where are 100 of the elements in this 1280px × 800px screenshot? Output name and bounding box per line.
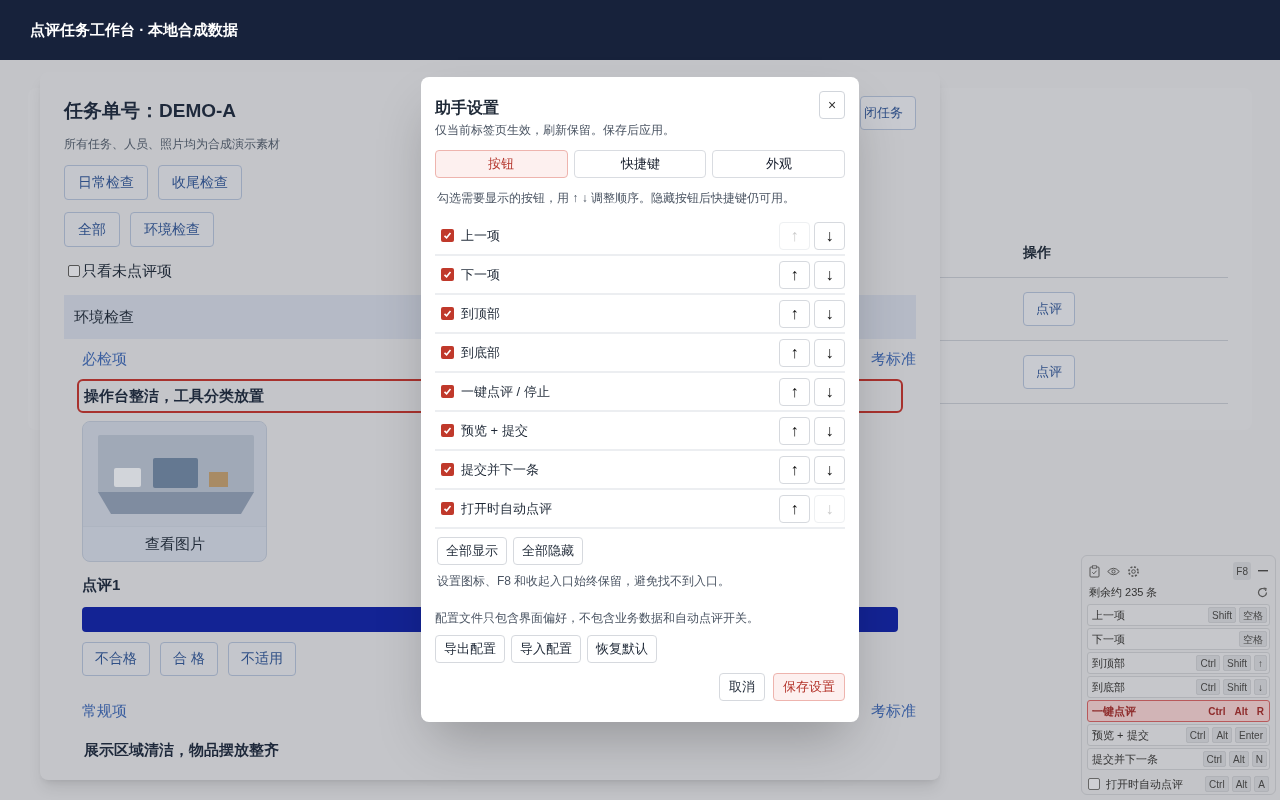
checkbox[interactable] [441,463,454,476]
helper-action-button[interactable]: 到底部 Ctrl Shift ↓ [1087,676,1270,698]
app-title: 点评任务工作台 · 本地合成数据 [30,19,239,40]
move-down-button[interactable]: ↓ [814,377,845,406]
move-down-button[interactable]: ↓ [814,416,845,445]
settings-tab[interactable]: 快捷键 [573,150,707,178]
key-badge: N [1251,751,1267,767]
dialog-title: 助手设置 [435,98,499,118]
helper-action-button[interactable]: 下一项 空格 [1087,628,1270,650]
key-badge: Ctrl [1202,751,1227,767]
checkmark-icon [443,270,452,279]
move-up-button[interactable]: ↑ [779,299,810,328]
move-down-button[interactable]: ↓ [814,260,845,289]
checkmark-icon [443,504,452,513]
settings-tab[interactable]: 外观 [712,150,845,178]
review-button[interactable]: 点评 [1023,292,1075,326]
move-down-button[interactable]: ↓ [814,221,845,250]
bulk-toggle-button[interactable]: 全部显示 [437,537,507,565]
checkmark-icon [443,231,452,240]
helper-action-button[interactable]: 提交并下一条 Ctrl Alt N [1087,748,1270,770]
bulk-toggle-button[interactable]: 全部隐藏 [513,537,583,565]
button-option-label: 预览 + 提交 [461,421,529,440]
refresh-icon[interactable] [1257,586,1268,598]
checkbox[interactable] [441,385,454,398]
move-up-button[interactable]: ↑ [779,416,810,445]
instructions-text: 勾选需要显示的按钮，用 ↑ ↓ 调整顺序。隐藏按钮后快捷键仍可用。 [436,190,796,207]
reference-link[interactable]: 考标准 [871,700,916,723]
checkbox-label: 只看未点评项 [82,260,172,281]
key-badge: Ctrl [1185,727,1210,743]
shortcut-key-text: R [1255,704,1265,719]
button-option-label: 上一项 [461,226,501,245]
verdict-button[interactable]: 合 格 [160,641,218,676]
checkmark-icon [443,309,452,318]
move-up-button[interactable]: ↑ [779,377,810,406]
checkmark-icon [443,465,452,474]
check-type-button[interactable]: 日常检查 [64,165,148,200]
key-badge: A [1254,776,1269,792]
auto-review-label: 打开时自动点评 [1106,776,1184,792]
settings-tab[interactable]: 按钮 [435,150,568,178]
category-filter-button[interactable]: 全部 [64,212,120,247]
eye-icon[interactable] [1107,566,1120,576]
checkbox[interactable] [68,265,80,277]
cancel-button[interactable]: 取消 [719,673,765,701]
move-up-button[interactable]: ↑ [779,455,810,484]
key-badge: Alt [1231,776,1252,792]
review-button[interactable]: 点评 [1023,355,1075,389]
move-down-button[interactable]: ↓ [814,455,845,484]
settings-icon[interactable] [1127,564,1140,578]
close-task-button[interactable]: 闭任务 [860,96,916,130]
verdict-button[interactable]: 不合格 [82,641,150,676]
checkbox[interactable] [441,268,454,281]
photo-card[interactable]: 查看图片 [82,421,267,562]
minimize-icon[interactable] [1258,570,1268,572]
checkmark-icon [443,426,452,435]
config-button[interactable]: 导出配置 [435,635,505,663]
category-filter-button[interactable]: 环境检查 [130,212,214,247]
key-badge: Alt [1229,751,1249,767]
reference-link[interactable]: 考标准 [871,347,916,371]
checkbox[interactable] [441,346,454,359]
key-badge: ↑ [1254,655,1267,671]
helper-action-button[interactable]: 一键点评 Ctrl Alt R [1087,700,1270,722]
key-badge: ↓ [1254,679,1267,695]
verdict-button[interactable]: 不适用 [227,641,296,676]
move-up-button[interactable]: ↑ [779,494,810,523]
config-button[interactable]: 恢复默认 [587,635,657,663]
f8-button[interactable]: F8 [1233,562,1251,580]
shortcut-key-text: Alt [1233,704,1249,719]
key-badge: Ctrl [1196,655,1220,671]
dialog-note: 仅当前标签页生效，刷新保留。保存后应用。 [435,122,676,139]
save-button[interactable]: 保存设置 [773,673,845,701]
key-badge: Shift [1223,679,1251,695]
helper-action-button[interactable]: 预览 + 提交 Ctrl Alt Enter [1087,724,1270,746]
button-option-label: 下一项 [461,265,501,284]
checkbox[interactable] [1088,778,1100,790]
key-badge: Enter [1235,727,1267,743]
key-badge: Ctrl [1196,679,1220,695]
checkbox[interactable] [441,307,454,320]
review-label: 点评1 [82,575,121,595]
checkbox[interactable] [441,424,454,437]
shortcut-key-text: Ctrl [1207,704,1227,719]
task-title: 任务单号：DEMO-A [64,99,237,123]
checkbox[interactable] [441,229,454,242]
checkmark-icon [443,387,452,396]
button-option-label: 提交并下一条 [461,460,540,479]
move-up-button[interactable]: ↑ [779,338,810,367]
move-up-button[interactable]: ↑ [779,260,810,289]
button-option-label: 打开时自动点评 [461,499,553,518]
move-down-button[interactable]: ↓ [814,299,845,328]
button-option-label: 到底部 [461,343,501,362]
column-header: 操作 [1023,243,1051,262]
clipboard-icon[interactable] [1089,564,1100,578]
group-title: 常规项 [82,701,127,722]
move-down-button[interactable]: ↓ [814,338,845,367]
close-button[interactable]: × [819,91,845,119]
helper-action-button[interactable]: 上一项 Shift 空格 [1087,604,1270,626]
config-button[interactable]: 导入配置 [511,635,581,663]
helper-action-button[interactable]: 到顶部 Ctrl Shift ↑ [1087,652,1270,674]
checkbox[interactable] [441,502,454,515]
view-photo-label: 查看图片 [144,533,205,554]
check-type-button[interactable]: 收尾检查 [158,165,242,200]
